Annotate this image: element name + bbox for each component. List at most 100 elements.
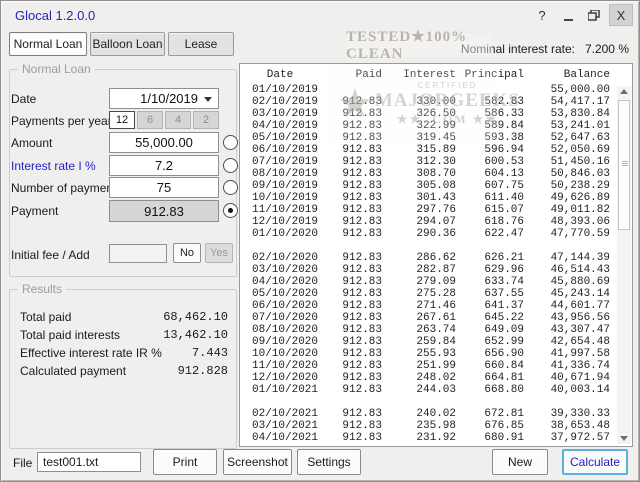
new-button[interactable]: New	[492, 449, 548, 475]
cell: 05/10/2019	[252, 132, 319, 144]
cell: 593.38	[484, 132, 524, 144]
cell: 263.74	[416, 324, 456, 336]
table-row-separator	[240, 240, 632, 252]
table-row[interactable]: 07/10/2020 912.83 267.61 645.22 43,956.56	[240, 312, 632, 324]
cell: 38,653.48	[550, 420, 610, 432]
cell: 46,514.43	[550, 264, 610, 276]
date-select[interactable]: 1/10/2019	[109, 88, 219, 109]
solve-interest-radio[interactable]	[223, 158, 238, 173]
table-row[interactable]: 09/10/2019 912.83 305.08 607.75 50,238.29	[240, 180, 632, 192]
cell: 676.85	[484, 420, 524, 432]
cell: 326.50	[416, 108, 456, 120]
number-of-payments-input[interactable]: 75	[109, 177, 219, 198]
cell: 607.75	[484, 180, 524, 192]
payments-per-year-label: Payments per year	[11, 114, 112, 128]
amount-input[interactable]: 55,000.00	[109, 132, 219, 153]
table-row[interactable]: 11/10/2020 912.83 251.99 660.84 41,336.74	[240, 360, 632, 372]
interest-rate-input[interactable]: 7.2	[109, 155, 219, 176]
scroll-up-icon[interactable]	[620, 89, 628, 94]
table-row[interactable]: 04/10/2019 912.83 322.99 589.84 53,241.01	[240, 120, 632, 132]
solve-num-payments-radio[interactable]	[223, 180, 238, 195]
initial-fee-label: Initial fee / Add	[11, 248, 90, 262]
result-label: Total paid	[20, 310, 72, 324]
solve-payment-radio[interactable]	[223, 203, 238, 218]
screenshot-button[interactable]: Screenshot	[223, 449, 292, 475]
tab-normal-loan[interactable]: Normal Loan	[9, 32, 87, 56]
cell: 912.83	[342, 264, 382, 276]
solve-amount-radio[interactable]	[223, 135, 238, 150]
settings-button[interactable]: Settings	[297, 449, 361, 475]
cell: 52,050.69	[550, 144, 610, 156]
scroll-down-icon[interactable]	[620, 436, 628, 441]
cell: 39,330.33	[550, 408, 610, 420]
cell: 51,450.16	[550, 156, 610, 168]
results-group-title: Results	[18, 282, 67, 296]
initial-fee-input[interactable]	[109, 244, 167, 263]
cell: 42,654.48	[550, 336, 610, 348]
cell: 52,647.63	[550, 132, 610, 144]
window-controls: ? X	[531, 4, 633, 26]
restore-button[interactable]	[583, 5, 605, 25]
date-label: Date	[11, 92, 37, 106]
table-row[interactable]: 02/10/2019 912.83 330.00 582.83 54,417.17	[240, 96, 632, 108]
table-row[interactable]: 10/10/2020 912.83 255.93 656.90 41,997.58	[240, 348, 632, 360]
table-row[interactable]: 08/10/2020 912.83 263.74 649.09 43,307.47	[240, 324, 632, 336]
table-row[interactable]: 08/10/2019 912.83 308.70 604.13 50,846.03	[240, 168, 632, 180]
cell: 06/10/2020	[252, 300, 319, 312]
minimize-button[interactable]	[557, 5, 579, 25]
cell: 248.02	[416, 372, 456, 384]
cell: 301.43	[416, 192, 456, 204]
cell: 10/10/2019	[252, 192, 319, 204]
table-row[interactable]: 04/10/2021 912.83 231.92 680.91 37,972.57	[240, 432, 632, 444]
table-row[interactable]: 06/10/2019 912.83 315.89 596.94 52,050.69	[240, 144, 632, 156]
cell: 668.80	[484, 384, 524, 396]
ppy-option-12[interactable]: 12	[109, 111, 135, 129]
table-row[interactable]: 06/10/2020 912.83 271.46 641.37 44,601.77	[240, 300, 632, 312]
cell: 02/10/2021	[252, 408, 319, 420]
table-row[interactable]: 03/10/2019 912.83 326.50 586.33 53,830.84	[240, 108, 632, 120]
table-row[interactable]: 10/10/2019 912.83 301.43 611.40 49,626.89	[240, 192, 632, 204]
table-row[interactable]: 03/10/2021 912.83 235.98 676.85 38,653.48	[240, 420, 632, 432]
help-button[interactable]: ?	[531, 5, 553, 25]
header-cell-interest: Interest	[403, 69, 456, 81]
table-row[interactable]: 11/10/2019 912.83 297.76 615.07 49,011.82	[240, 204, 632, 216]
table-row[interactable]: 07/10/2019 912.83 312.30 600.53 51,450.16	[240, 156, 632, 168]
scrollbar-grip-icon	[622, 161, 628, 162]
initial-fee-yes-button[interactable]: Yes	[205, 243, 233, 263]
payment-input[interactable]: 912.83	[109, 200, 219, 222]
ppy-option-2[interactable]: 2	[193, 111, 219, 129]
table-row[interactable]: 01/10/2020 912.83 290.36 622.47 47,770.59	[240, 228, 632, 240]
cell: 09/10/2020	[252, 336, 319, 348]
tab-balloon-loan[interactable]: Balloon Loan	[90, 32, 165, 56]
table-row[interactable]: 02/10/2021 912.83 240.02 672.81 39,330.33	[240, 408, 632, 420]
table-row[interactable]: 04/10/2020 912.83 279.09 633.74 45,880.69	[240, 276, 632, 288]
table-row[interactable]: 03/10/2020 912.83 282.87 629.96 46,514.43	[240, 264, 632, 276]
table-row[interactable]: 01/10/2021 912.83 244.03 668.80 40,003.14	[240, 384, 632, 396]
result-row: Calculated payment 912.828	[20, 364, 228, 380]
loan-type-tabs: Normal Loan Balloon Loan Lease	[9, 32, 234, 56]
file-input[interactable]: test001.txt	[37, 452, 141, 472]
cell: 271.46	[416, 300, 456, 312]
cell: 12/10/2020	[252, 372, 319, 384]
cell: 315.89	[416, 144, 456, 156]
initial-fee-no-button[interactable]: No	[173, 243, 201, 263]
close-button[interactable]: X	[609, 4, 633, 26]
table-scrollbar[interactable]	[617, 86, 631, 444]
table-row[interactable]: 12/10/2019 912.83 294.07 618.76 48,393.06	[240, 216, 632, 228]
table-row[interactable]: 05/10/2019 912.83 319.45 593.38 52,647.63	[240, 132, 632, 144]
cell: 01/10/2021	[252, 384, 319, 396]
table-row[interactable]: 01/10/2019 55,000.00	[240, 84, 632, 96]
cell: 645.22	[484, 312, 524, 324]
table-row[interactable]: 05/10/2020 912.83 275.28 637.55 45,243.14	[240, 288, 632, 300]
table-row[interactable]: 09/10/2020 912.83 259.84 652.99 42,654.48	[240, 336, 632, 348]
payments-per-year-options: 12 6 4 2	[109, 111, 219, 129]
tab-lease[interactable]: Lease	[168, 32, 234, 56]
print-button[interactable]: Print	[153, 449, 217, 475]
table-row[interactable]: 12/10/2020 912.83 248.02 664.81 40,671.94	[240, 372, 632, 384]
ppy-option-4[interactable]: 4	[165, 111, 191, 129]
ppy-option-6[interactable]: 6	[137, 111, 163, 129]
calculate-button[interactable]: Calculate	[562, 449, 628, 475]
scrollbar-thumb[interactable]	[618, 100, 630, 230]
table-header: Date Paid Interest Principal Balance	[240, 66, 632, 84]
table-row[interactable]: 02/10/2020 912.83 286.62 626.21 47,144.39	[240, 252, 632, 264]
